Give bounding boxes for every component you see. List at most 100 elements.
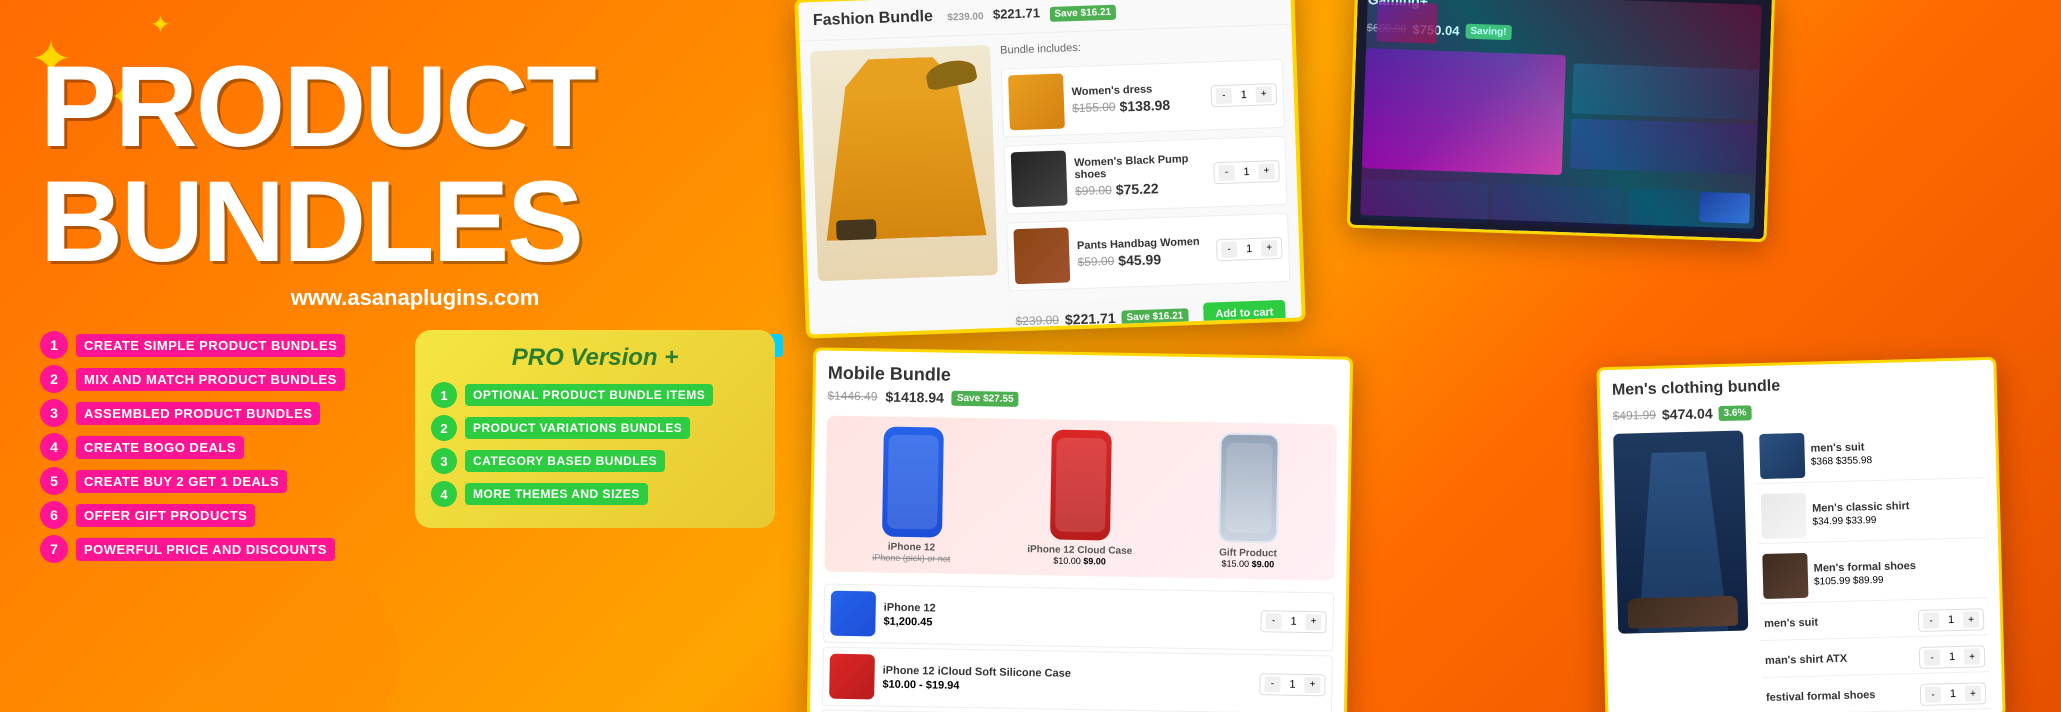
mens-item-suit: men's suit $368 $355.98	[1755, 424, 1984, 484]
phone-red-shape	[1050, 429, 1112, 540]
mobile-qty-value-1: 1	[1285, 615, 1301, 627]
phone-selected-label: iPhone (pick) or not	[835, 552, 988, 565]
phone-item-red: iPhone 12 Cloud Case $10.00 $9.00	[1003, 429, 1159, 568]
phone-red-price: $10.00 $9.00	[1003, 555, 1156, 568]
mens-qty-item-1: men's suit	[1764, 614, 1912, 630]
qty-increase-2[interactable]: +	[1258, 163, 1275, 180]
mens-qty-value-3: 1	[1945, 688, 1961, 700]
phone-clear-price: $15.00 $9.00	[1171, 558, 1324, 571]
fashion-item-price-new-3: $45.99	[1118, 251, 1161, 268]
mens-qty-3[interactable]: - 1 +	[1920, 682, 1987, 706]
mens-qty-decrease-3[interactable]: -	[1925, 686, 1941, 702]
qty-stepper-2[interactable]: - 1 +	[1213, 160, 1280, 184]
fashion-item-price-new-1: $138.98	[1119, 96, 1170, 114]
feature-item-1: 1 CREATE SIMPLE PRODUCT BUNDLES	[40, 331, 405, 359]
mens-qty-row-3: festival formal shoes - 1 +	[1762, 678, 1991, 712]
mens-qty-1[interactable]: - 1 +	[1918, 608, 1985, 632]
mens-thumb-shirt	[1761, 493, 1807, 539]
feature-num-3: 3	[40, 399, 68, 427]
right-content: Fashion Bundle $239.00 $221.71 Save $16.…	[820, 0, 2061, 712]
mobile-items-list: iPhone 12 $1,200.45 - 1 + iPhone 12 iClo…	[821, 584, 1334, 712]
gaming-content: Gaming+ $600.00 $750.04 Saving!	[1350, 0, 1772, 239]
mens-item-price-3: $105.99 $89.99	[1814, 572, 1983, 587]
mens-qty-item-2: man's shirt ATX	[1765, 651, 1913, 667]
mobile-qty-2[interactable]: - 1 +	[1259, 673, 1325, 696]
mobile-qty-decrease-1[interactable]: -	[1265, 613, 1281, 629]
qty-stepper-3[interactable]: - 1 +	[1216, 236, 1283, 260]
phone-item-clear: Gift Product $15.00 $9.00	[1171, 432, 1327, 571]
banner-container: ✦ ✦ ✦ PRODUCT BUNDLES www.asanaplugins.c…	[0, 0, 2061, 712]
mens-qty-increase-1[interactable]: +	[1963, 611, 1979, 627]
qty-decrease-1[interactable]: -	[1216, 87, 1233, 104]
feature-label-2: MIX AND MATCH PRODUCT BUNDLES	[76, 368, 345, 391]
feature-label-4: CREATE BOGO DEALS	[76, 436, 244, 459]
mobile-sale-badge: Save $27.55	[952, 390, 1019, 406]
pro-item-3: 3 CATEGORY BASED BUNDLES	[431, 448, 759, 474]
pro-version-title: PRO Version +	[431, 344, 759, 372]
sunglasses-shape	[836, 219, 877, 240]
qty-increase-1[interactable]: +	[1256, 86, 1273, 103]
mens-qty-row-1: men's suit - 1 +	[1760, 604, 1989, 641]
pro-num-3: 3	[431, 448, 457, 474]
mens-qty-decrease-1[interactable]: -	[1923, 612, 1939, 628]
pro-num-1: 1	[431, 382, 457, 408]
mens-qty-increase-3[interactable]: +	[1965, 685, 1981, 701]
mobile-item-1: iPhone 12 $1,200.45 - 1 +	[823, 584, 1334, 652]
mens-item-shirt: Men's classic shirt $34.99 $33.99	[1757, 484, 1986, 544]
mobile-qty-decrease-2[interactable]: -	[1264, 676, 1280, 692]
pro-label-2: PRODUCT VARIATIONS BUNDLES	[465, 417, 690, 439]
qty-decrease-2[interactable]: -	[1218, 164, 1235, 181]
mens-item-price-1: $368 $355.98	[1811, 452, 1980, 467]
feature-num-6: 6	[40, 501, 68, 529]
mobile-qty-1[interactable]: - 1 +	[1260, 610, 1326, 633]
mens-qty-2[interactable]: - 1 +	[1919, 645, 1986, 669]
feature-label-7: POWERFUL PRICE AND DISCOUNTS	[76, 538, 335, 561]
qty-decrease-3[interactable]: -	[1221, 241, 1238, 258]
pump-thumb	[1011, 150, 1068, 207]
feature-item-2: 2 MIX AND MATCH PRODUCT BUNDLES	[40, 365, 405, 393]
mens-qty-value-1: 1	[1943, 614, 1959, 626]
qty-stepper-1[interactable]: - 1 +	[1210, 83, 1277, 107]
mens-qty-row-2: man's shirt ATX - 1 +	[1761, 641, 1990, 678]
mens-thumb-shoes	[1762, 553, 1808, 599]
mens-layout: men's suit $368 $355.98 Men's classic sh…	[1613, 424, 1990, 712]
pro-item-1: 1 OPTIONAL PRODUCT BUNDLE ITEMS	[431, 382, 759, 408]
screenshot-mobile: Mobile Bundle $1446.49 $1418.94 Save $27…	[807, 347, 1353, 712]
mobile-item-thumb-2	[829, 654, 875, 700]
add-to-cart-button-fashion[interactable]: Add to cart	[1203, 300, 1286, 327]
pro-version-box: PRO Version + 1 OPTIONAL PRODUCT BUNDLE …	[415, 330, 775, 528]
mens-qty-decrease-2[interactable]: -	[1924, 649, 1940, 665]
fashion-price-old: $239.00	[947, 11, 984, 23]
feature-item-5: 5 CREATE BUY 2 GET 1 DEALS	[40, 467, 405, 495]
gaming-main-image	[1362, 48, 1566, 175]
screenshot-gaming: Gaming+ $600.00 $750.04 Saving!	[1347, 0, 1775, 242]
mens-item-shoes: Men's formal shoes $105.99 $89.99	[1758, 544, 1987, 604]
mobile-item-2: iPhone 12 iCloud Soft Silicone Case $10.…	[822, 647, 1333, 712]
mens-qty-item-3: festival formal shoes	[1766, 688, 1914, 704]
mens-thumb-suit	[1759, 433, 1805, 479]
fashion-bundle-subtitle: Bundle includes:	[1000, 35, 1282, 57]
qty-value-3: 1	[1241, 242, 1257, 255]
pro-item-2: 2 PRODUCT VARIATIONS BUNDLES	[431, 415, 759, 441]
qty-increase-3[interactable]: +	[1261, 240, 1278, 257]
fashion-item-name-2: Women's Black Pump shoes	[1074, 152, 1206, 181]
mobile-qty-value-2: 1	[1284, 678, 1300, 690]
main-title: PRODUCT BUNDLES	[40, 50, 790, 280]
pro-num-4: 4	[431, 481, 457, 507]
feature-item-7: 7 POWERFUL PRICE AND DISCOUNTS	[40, 535, 405, 563]
mens-items-list: men's suit $368 $355.98 Men's classic sh…	[1755, 424, 1990, 712]
phone-blue-shape	[882, 427, 944, 538]
mobile-qty-increase-2[interactable]: +	[1304, 676, 1320, 692]
feature-num-5: 5	[40, 467, 68, 495]
feature-label-1: CREATE SIMPLE PRODUCT BUNDLES	[76, 334, 345, 357]
mens-item-price-2: $34.99 $33.99	[1812, 512, 1981, 527]
fashion-item-dress: Women's dress $155.00 $138.98 - 1 +	[1001, 59, 1285, 138]
mens-qty-increase-2[interactable]: +	[1964, 648, 1980, 664]
feature-item-3: 3 ASSEMBLED PRODUCT BUNDLES	[40, 399, 405, 427]
phone-item-blue: iPhone 12 iPhone (pick) or not	[835, 426, 991, 565]
website-url: www.asanaplugins.com	[40, 285, 790, 311]
fashion-item-price-old-2: $99.00	[1075, 182, 1112, 197]
pro-item-4: 4 MORE THEMES AND SIZES	[431, 481, 759, 507]
feature-num-2: 2	[40, 365, 68, 393]
mobile-qty-increase-1[interactable]: +	[1305, 613, 1321, 629]
